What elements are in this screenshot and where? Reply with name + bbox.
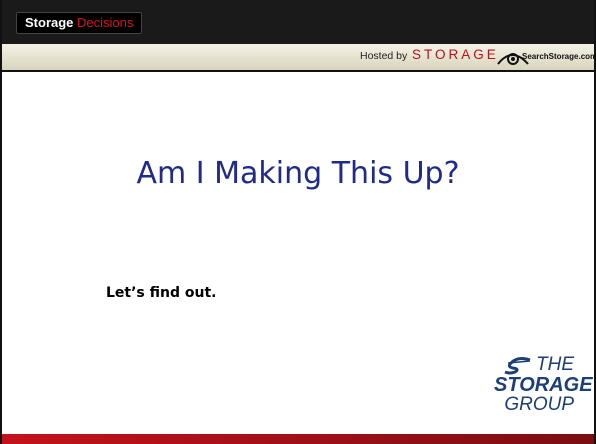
brand-accent: Decisions bbox=[77, 15, 134, 30]
storage-wordmark: STORAGE bbox=[412, 47, 499, 62]
bottom-bar bbox=[2, 434, 594, 444]
brand-primary: Storage bbox=[25, 15, 74, 30]
slide-title: Am I Making This Up? bbox=[136, 156, 460, 191]
top-bar: Storage Decisions bbox=[2, 0, 594, 44]
storage-decisions-logo: Storage Decisions bbox=[16, 12, 143, 34]
searchstorage-label: SearchStorage.com bbox=[522, 52, 596, 61]
hosted-by-bar: Hosted by STORAGE SearchStorage.com bbox=[2, 44, 594, 72]
the-storage-group-logo: THE STORAGE GROUP bbox=[494, 355, 593, 427]
logo-line-storage: STORAGE bbox=[494, 374, 593, 396]
slide: Storage Decisions Hosted by STORAGE Sear… bbox=[0, 0, 596, 444]
swoosh-icon bbox=[504, 357, 531, 375]
hosted-by-label: Hosted by bbox=[360, 50, 408, 62]
logo-line-group: GROUP bbox=[504, 394, 574, 415]
slide-body-text: Let’s find out. bbox=[106, 285, 217, 301]
